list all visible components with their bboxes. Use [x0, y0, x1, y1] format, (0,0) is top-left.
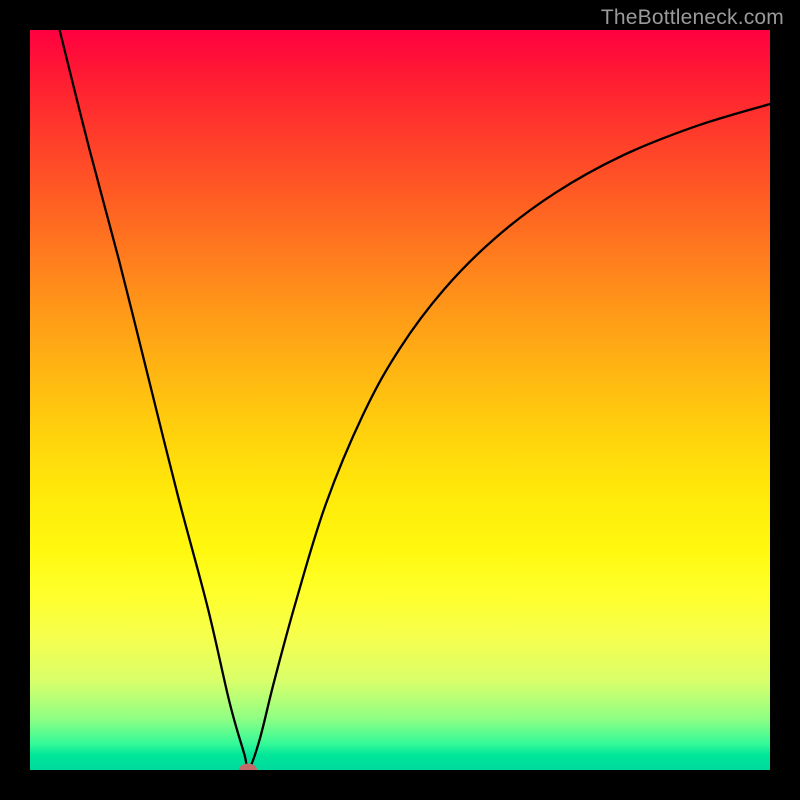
curve-svg [30, 30, 770, 770]
watermark-text: TheBottleneck.com [601, 6, 784, 30]
bottleneck-curve [60, 30, 770, 770]
minimum-marker [239, 764, 257, 771]
chart-frame [30, 30, 770, 770]
